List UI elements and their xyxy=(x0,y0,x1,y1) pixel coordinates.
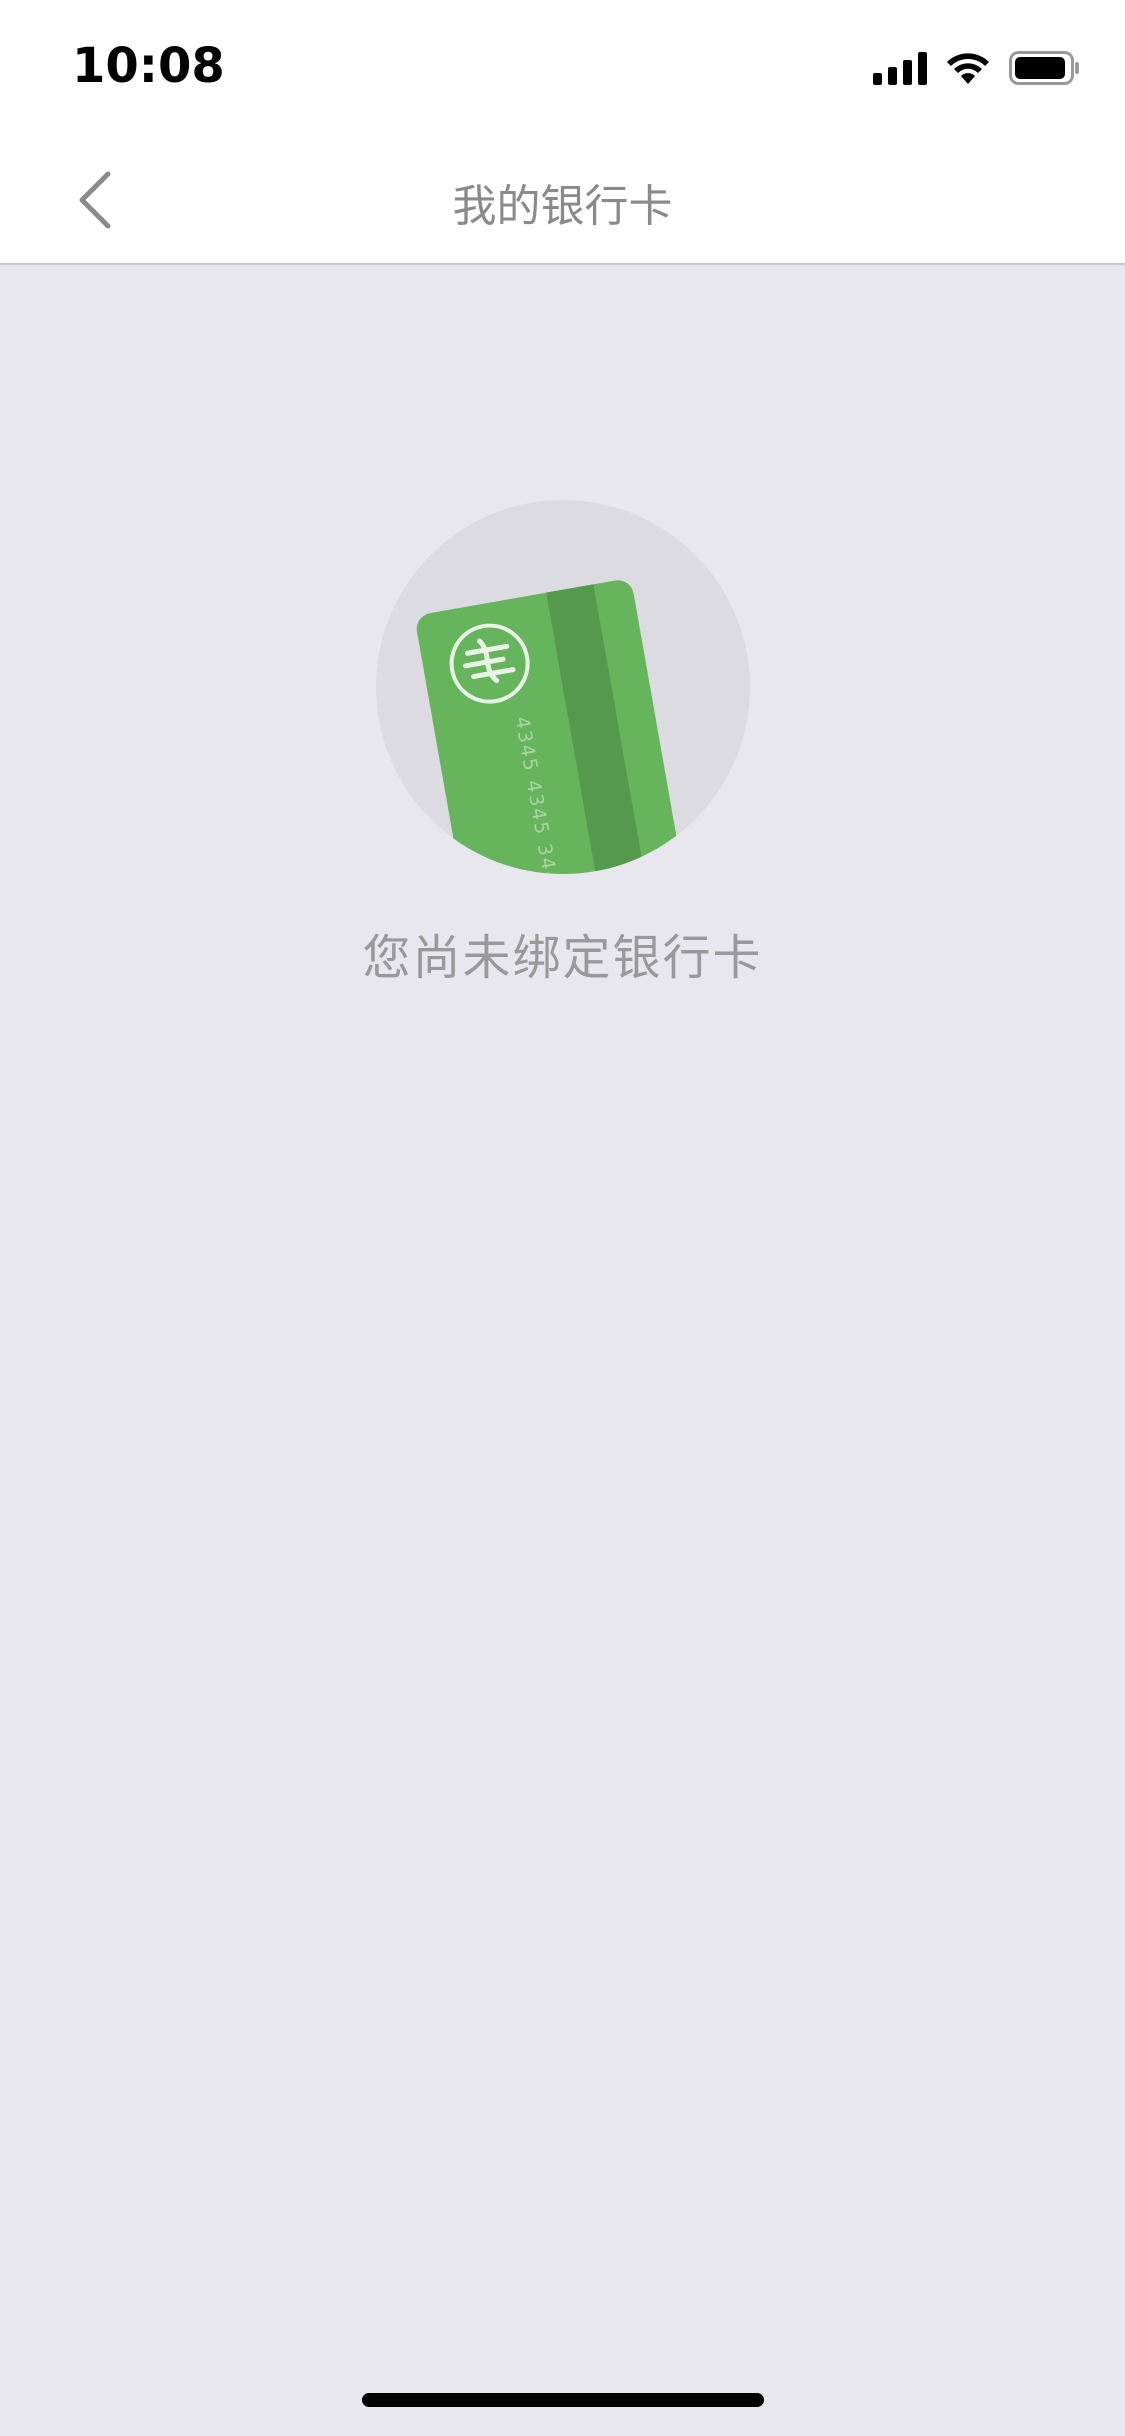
home-indicator[interactable] xyxy=(362,2393,764,2407)
empty-message: 您尚未绑定银行卡 xyxy=(362,930,763,986)
status-icons xyxy=(873,48,1081,88)
bank-card-icon: 4345 4345 344 xyxy=(375,500,750,874)
screen: 10:08 我的银行卡 4345 4345 344 您尚未绑定银行卡 xyxy=(0,0,1125,2436)
nav-bar: 我的银行卡 xyxy=(0,132,1125,265)
empty-state: 4345 4345 344 您尚未绑定银行卡 xyxy=(0,500,1125,988)
cellular-signal-icon xyxy=(873,51,927,85)
wifi-icon xyxy=(947,53,989,84)
status-bar: 10:08 xyxy=(0,0,1125,132)
page-title: 我的银行卡 xyxy=(452,181,673,232)
status-time: 10:08 xyxy=(72,38,225,94)
battery-icon xyxy=(1009,51,1079,85)
